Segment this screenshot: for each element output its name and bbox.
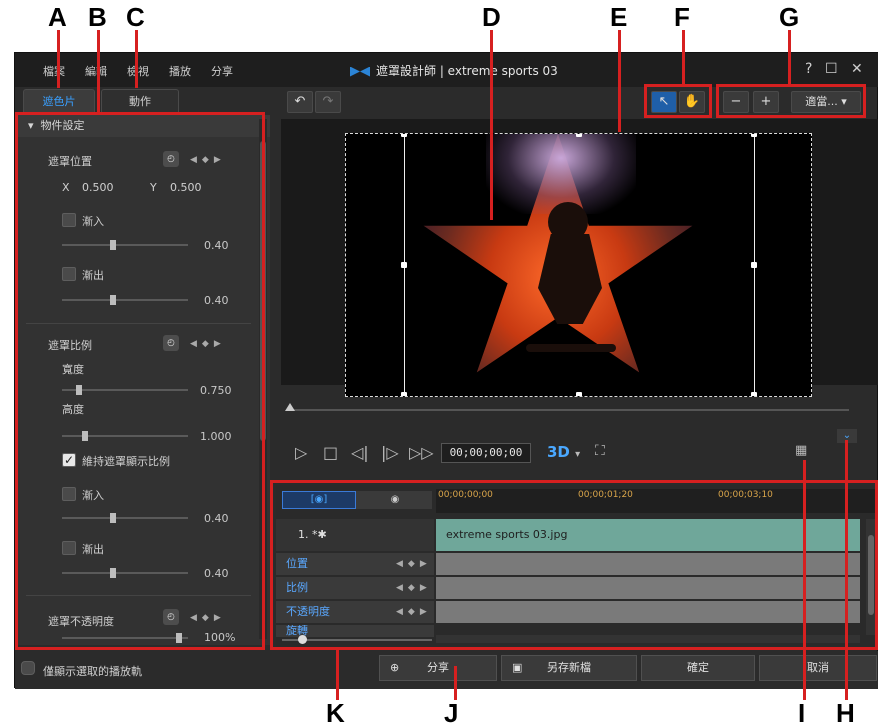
callout-j: J — [444, 698, 459, 728]
resize-handle[interactable] — [401, 392, 407, 396]
playhead-marker-icon[interactable] — [285, 403, 295, 411]
fast-forward-icon[interactable]: ▷▷ — [409, 443, 434, 462]
callout-line-d — [490, 30, 493, 220]
callout-e: E — [610, 2, 628, 32]
cancel-button[interactable]: 取消 — [759, 655, 877, 681]
window-title: 遮罩設計師 | extreme sports 03 — [350, 62, 558, 79]
app-logo-icon — [350, 66, 370, 77]
resize-handle[interactable] — [751, 392, 757, 396]
callout-line-g — [788, 30, 791, 84]
menu-edit[interactable]: 編輯 — [85, 63, 107, 79]
resize-handle[interactable] — [751, 134, 757, 137]
callout-box-b — [15, 112, 265, 650]
help-button[interactable]: ? — [805, 61, 812, 77]
preview-canvas[interactable] — [345, 133, 812, 397]
callout-box-k — [270, 480, 878, 650]
show-selected-checkbox[interactable] — [21, 661, 35, 675]
bottom-bar: 僅顯示選取的播放軌 ⊕ 分享 ▣ 另存新檔 確定 取消 — [15, 651, 878, 689]
callout-line-h — [845, 440, 848, 700]
menu-view[interactable]: 檢視 — [127, 63, 149, 79]
callout-a: A — [48, 2, 67, 32]
callout-k: K — [326, 698, 345, 728]
callout-line-f — [682, 30, 685, 84]
next-frame-icon[interactable]: |▷ — [381, 443, 399, 462]
timecode-display[interactable]: 00;00;00;00 — [441, 443, 531, 463]
callout-line-j — [454, 666, 457, 700]
stop-icon[interactable]: □ — [323, 443, 338, 462]
menu-share[interactable]: 分享 — [211, 63, 233, 79]
resize-handle[interactable] — [751, 262, 757, 268]
undo-button[interactable]: ↶ — [287, 91, 313, 113]
save-as-label: 另存新檔 — [547, 661, 591, 674]
window-title-text: 遮罩設計師 | extreme sports 03 — [376, 64, 558, 78]
title-bar: 檔案 編輯 檢視 播放 分享 遮罩設計師 | extreme sports 03… — [15, 53, 878, 87]
callout-line-c — [135, 30, 138, 88]
callout-box-f — [644, 84, 712, 118]
callout-b: B — [88, 2, 107, 32]
preview-area[interactable] — [281, 119, 878, 397]
callout-line-e — [618, 30, 621, 132]
resize-handle[interactable] — [401, 134, 407, 137]
callout-d: D — [482, 2, 501, 32]
mode-3d-label: 3D — [547, 443, 570, 461]
save-as-button[interactable]: ▣ 另存新檔 — [501, 655, 637, 681]
resize-handle[interactable] — [576, 134, 582, 137]
menu-file[interactable]: 檔案 — [43, 63, 65, 79]
resize-handle[interactable] — [576, 392, 582, 396]
globe-icon: ⊕ — [390, 661, 400, 674]
scrub-bar[interactable] — [289, 409, 849, 411]
skateboard — [526, 344, 616, 352]
play-icon[interactable]: ▷ — [295, 443, 307, 462]
callout-line-i — [803, 460, 806, 700]
callout-g: G — [779, 2, 800, 32]
tab-mask[interactable]: 遮色片 — [23, 89, 95, 113]
callout-i: I — [798, 698, 806, 728]
maximize-button[interactable]: ☐ — [825, 61, 838, 77]
callout-f: F — [674, 2, 690, 32]
share-button[interactable]: ⊕ 分享 — [379, 655, 497, 681]
ok-button[interactable]: 確定 — [641, 655, 755, 681]
fullscreen-icon[interactable]: ⛶ — [595, 443, 605, 459]
callout-line-k — [336, 650, 339, 700]
close-button[interactable]: ✕ — [851, 61, 863, 77]
safe-zone-icon[interactable]: ▦ — [795, 443, 807, 458]
prev-frame-icon[interactable]: ◁| — [351, 443, 369, 462]
menu-play[interactable]: 播放 — [169, 63, 191, 79]
mode-3d-button[interactable]: 3D ▾ — [547, 443, 580, 461]
resize-handle[interactable] — [401, 262, 407, 268]
tab-motion[interactable]: 動作 — [101, 89, 179, 113]
callout-line-b — [97, 30, 100, 112]
callout-line-a — [57, 30, 60, 88]
redo-button[interactable]: ↷ — [315, 91, 341, 113]
callout-h: H — [836, 698, 855, 728]
share-label: 分享 — [427, 661, 449, 674]
callout-box-g — [716, 84, 866, 118]
show-selected-label: 僅顯示選取的播放軌 — [43, 665, 142, 678]
callout-c: C — [126, 2, 145, 32]
save-icon: ▣ — [512, 661, 523, 674]
